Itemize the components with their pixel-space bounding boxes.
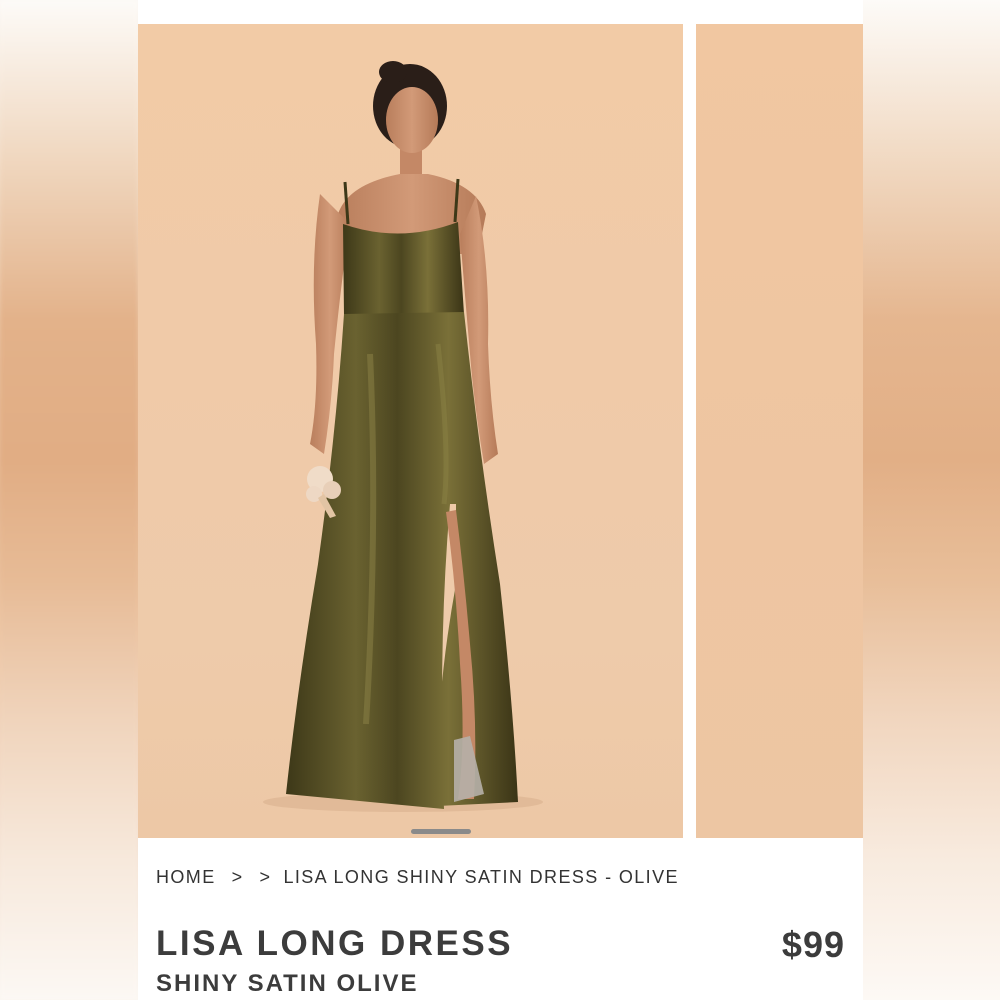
product-page: HOME > > LISA LONG SHINY SATIN DRESS - O… — [138, 0, 863, 1000]
breadcrumb-separator: > — [231, 867, 244, 887]
breadcrumb-separator: > — [259, 867, 272, 887]
product-photo-next[interactable] — [696, 24, 863, 838]
carousel-scroll-indicator[interactable] — [411, 829, 471, 834]
product-photo-main[interactable] — [138, 24, 683, 838]
product-subtitle: SHINY SATIN OLIVE — [156, 970, 419, 997]
product-price: $99 — [781, 924, 845, 965]
product-image-carousel[interactable] — [138, 24, 863, 838]
breadcrumb-current-page: LISA LONG SHINY SATIN DRESS - OLIVE — [283, 867, 679, 887]
blurred-background-right — [863, 0, 1000, 1000]
breadcrumb-home-link[interactable]: HOME — [156, 867, 216, 888]
model-in-olive-dress-photo — [263, 61, 543, 812]
breadcrumb: HOME > > LISA LONG SHINY SATIN DRESS - O… — [156, 867, 679, 888]
product-title: LISA LONG DRESS — [156, 924, 514, 963]
blurred-background-left — [0, 0, 138, 1000]
